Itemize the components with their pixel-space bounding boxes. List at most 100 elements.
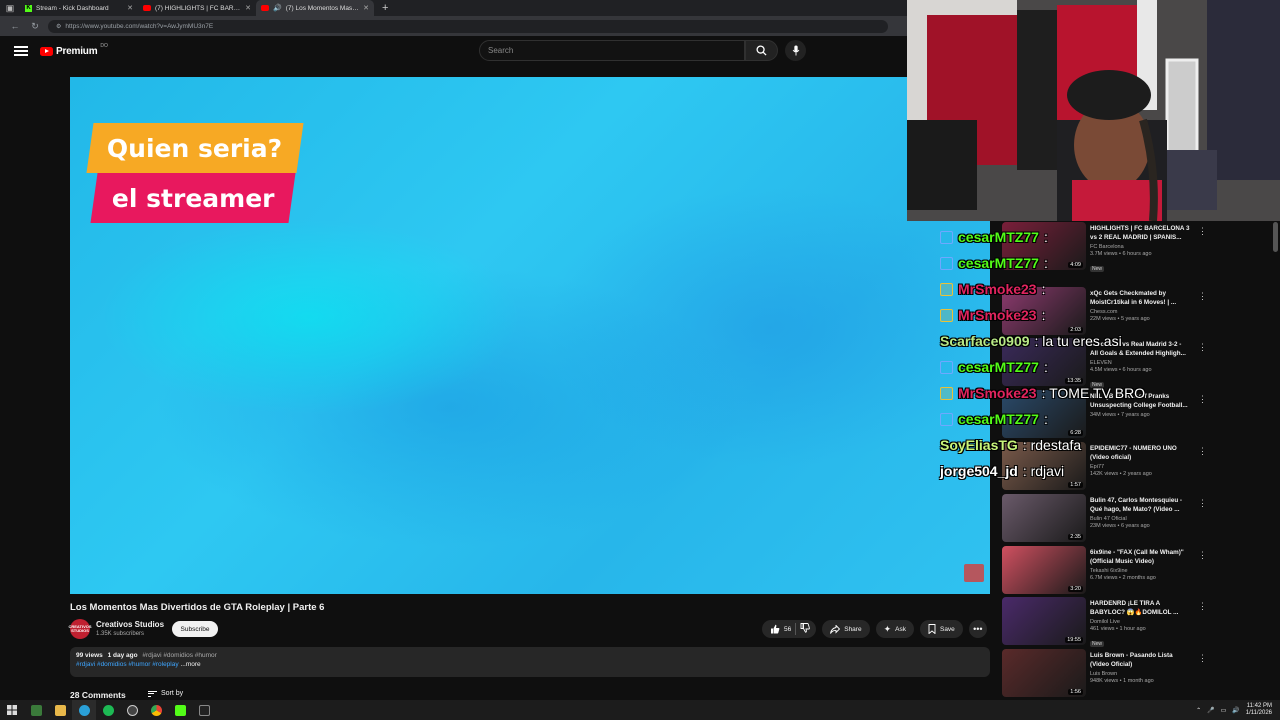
like-button[interactable]: 56 [770, 624, 791, 634]
more-vertical-icon[interactable]: ⋮ [1198, 394, 1207, 405]
channel-name[interactable]: FC Barcelona [1090, 244, 1190, 250]
chat-message: cesarMTZ77: [940, 356, 1048, 378]
new-tab-button[interactable]: + [374, 2, 396, 14]
speaker-icon[interactable]: 🔊 [273, 4, 282, 12]
ask-button[interactable]: ✦ Ask [875, 620, 914, 638]
reload-icon[interactable]: ↻ [28, 21, 42, 32]
video-title[interactable]: xQc Gets Checkmated by MoistCr1tikal in … [1090, 289, 1190, 307]
video-thumbnail[interactable]: 19:55 [1002, 597, 1086, 645]
video-player[interactable]: Quien seria? el streamer [70, 77, 990, 594]
more-vertical-icon[interactable]: ⋮ [1198, 342, 1207, 353]
channel-name[interactable]: ELEVEN [1090, 360, 1190, 366]
back-icon[interactable]: ← [8, 21, 22, 31]
hamburger-menu-icon[interactable] [14, 46, 28, 56]
edge-browser-icon[interactable] [72, 700, 96, 720]
close-tab-icon[interactable]: ✕ [363, 4, 369, 12]
obs-icon[interactable] [120, 700, 144, 720]
more-vertical-icon[interactable]: ⋮ [1198, 498, 1207, 509]
tab-kick-dashboard[interactable]: K Stream - Kick Dashboard ✕ [20, 0, 138, 16]
video-duration: 4:09 [1068, 262, 1083, 268]
more-vertical-icon[interactable]: ⋮ [1198, 446, 1207, 457]
search-button[interactable] [745, 40, 778, 61]
video-title[interactable]: Luis Brown - Pasando Lista (Video Oficia… [1090, 651, 1190, 669]
channel-name[interactable]: Chess.com [1090, 309, 1190, 315]
video-title[interactable]: 6ix9ine - "FAX (Call Me Wham)" (Official… [1090, 548, 1190, 566]
tray-chevron-icon[interactable]: ⌃ [1196, 707, 1201, 714]
share-icon [830, 624, 841, 634]
window-menu-icon[interactable]: ▣ [0, 0, 20, 16]
microphone-tray-icon[interactable]: 🎤 [1207, 707, 1214, 714]
spotify-icon[interactable] [96, 700, 120, 720]
close-tab-icon[interactable]: ✕ [127, 4, 133, 12]
video-title[interactable]: HARDENRD ¡LE TIRA A BABYLOC? 😱🔥DOMILOL .… [1090, 599, 1190, 617]
video-duration: 1:56 [1068, 689, 1083, 695]
video-meta: 23M views • 6 years ago [1090, 523, 1150, 529]
site-info-icon[interactable]: ⚙ [56, 23, 61, 30]
recommended-video[interactable]: 2:35 Bulin 47, Carlos Montesquieu - Qué h… [1002, 494, 1272, 542]
recommended-video[interactable]: 3:20 6ix9ine - "FAX (Call Me Wham)" (Offi… [1002, 546, 1272, 594]
dislike-button[interactable] [800, 623, 811, 635]
channel-name[interactable]: Bulin 47 Oficial [1090, 516, 1190, 522]
save-button[interactable]: Save [919, 620, 963, 638]
chrome-icon[interactable] [144, 700, 168, 720]
video-duration: 2:35 [1068, 534, 1083, 540]
description-hashtags[interactable]: #rdjavi #domidios #humor #roleplay [76, 661, 179, 668]
recommended-video[interactable]: 1:56 Luis Brown - Pasando Lista (Video Of… [1002, 649, 1272, 697]
chat-text: : TOME TV BRO [1041, 385, 1146, 401]
sidebar-scrollbar[interactable] [1273, 222, 1278, 694]
more-actions-button[interactable]: ••• [968, 620, 987, 638]
chat-text: : la tu eres asi [1034, 333, 1122, 349]
youtube-premium-logo[interactable]: Premium DO [40, 43, 108, 57]
system-tray: ⌃ 🎤 ▭ 🔊 11:42 PM 1/11/2026 [1196, 700, 1272, 720]
kick-favicon-icon: K [25, 4, 32, 12]
show-more-link[interactable]: ...more [180, 661, 200, 668]
volume-icon[interactable]: 🔊 [1232, 707, 1239, 714]
microphone-icon [792, 45, 799, 56]
clock[interactable]: 11:42 PM 1/11/2026 [1246, 703, 1272, 717]
more-vertical-icon[interactable]: ⋮ [1198, 653, 1207, 664]
scrollbar-thumb[interactable] [1273, 222, 1278, 252]
video-title[interactable]: HIGHLIGHTS | FC BARCELONA 3 vs 2 REAL MA… [1090, 224, 1190, 242]
more-vertical-icon[interactable]: ⋮ [1198, 601, 1207, 612]
more-vertical-icon[interactable]: ⋮ [1198, 226, 1207, 237]
channel-name[interactable]: Domilol Live [1090, 619, 1190, 625]
video-info: Bulin 47, Carlos Montesquieu - Qué hago,… [1090, 496, 1190, 529]
channel-watermark-icon[interactable] [964, 564, 984, 582]
channel-avatar-text: CREATIVOS STUDIOS [68, 624, 92, 633]
channel-name[interactable]: Creativos Studios [96, 620, 164, 629]
close-tab-icon[interactable]: ✕ [245, 4, 251, 12]
channel-avatar[interactable]: CREATIVOS STUDIOS [68, 619, 92, 639]
video-title[interactable]: Bulin 47, Carlos Montesquieu - Qué hago,… [1090, 496, 1190, 514]
kick-app-icon[interactable] [168, 700, 192, 720]
verified-badge-icon [940, 230, 953, 244]
video-thumbnail[interactable]: 1:56 [1002, 649, 1086, 697]
crown-badge-icon [940, 282, 953, 296]
search-input[interactable]: Search [479, 40, 745, 61]
video-title[interactable]: EPIDEMIC77 - NUMERO UNO (Video oficial) [1090, 444, 1190, 462]
recommended-video[interactable]: 19:55 HARDENRD ¡LE TIRA A BABYLOC? 😱🔥DOMI… [1002, 597, 1272, 647]
url-input[interactable]: ⚙ https://www.youtube.com/watch?v=AwJymM… [48, 19, 888, 33]
video-thumbnail[interactable]: 2:35 [1002, 494, 1086, 542]
start-button[interactable] [0, 700, 24, 720]
sort-comments-button[interactable]: Sort by [148, 690, 183, 697]
channel-name[interactable]: Luis Brown [1090, 671, 1190, 677]
file-explorer-icon[interactable] [48, 700, 72, 720]
share-button[interactable]: Share [822, 620, 870, 638]
chat-message: cesarMTZ77: [940, 408, 1048, 430]
terminal-app-icon[interactable] [24, 700, 48, 720]
voice-search-button[interactable] [785, 40, 806, 61]
network-icon[interactable]: ▭ [1221, 707, 1227, 714]
subscribe-button[interactable]: Subscribe [172, 621, 218, 637]
app-icon[interactable] [192, 700, 216, 720]
description-box[interactable]: 99 views 1 day ago #rdjavi #domidios #hu… [70, 647, 990, 677]
more-vertical-icon[interactable]: ⋮ [1198, 291, 1207, 302]
tab-barcelona-highlights[interactable]: (7) HIGHLIGHTS | FC BARCELONA ✕ [138, 0, 256, 16]
top-hashtags[interactable]: #rdjavi #domidios #humor [142, 652, 216, 659]
channel-name[interactable]: Epi77 [1090, 464, 1190, 470]
video-thumbnail[interactable]: 3:20 [1002, 546, 1086, 594]
tab-momentos-divertidos[interactable]: 🔊 (7) Los Momentos Mas Divert ✕ [256, 0, 374, 16]
thumbs-up-icon [771, 624, 780, 634]
like-count: 56 [784, 625, 792, 633]
channel-name[interactable]: Tekashi 6ix9ine [1090, 568, 1190, 574]
more-vertical-icon[interactable]: ⋮ [1198, 550, 1207, 561]
